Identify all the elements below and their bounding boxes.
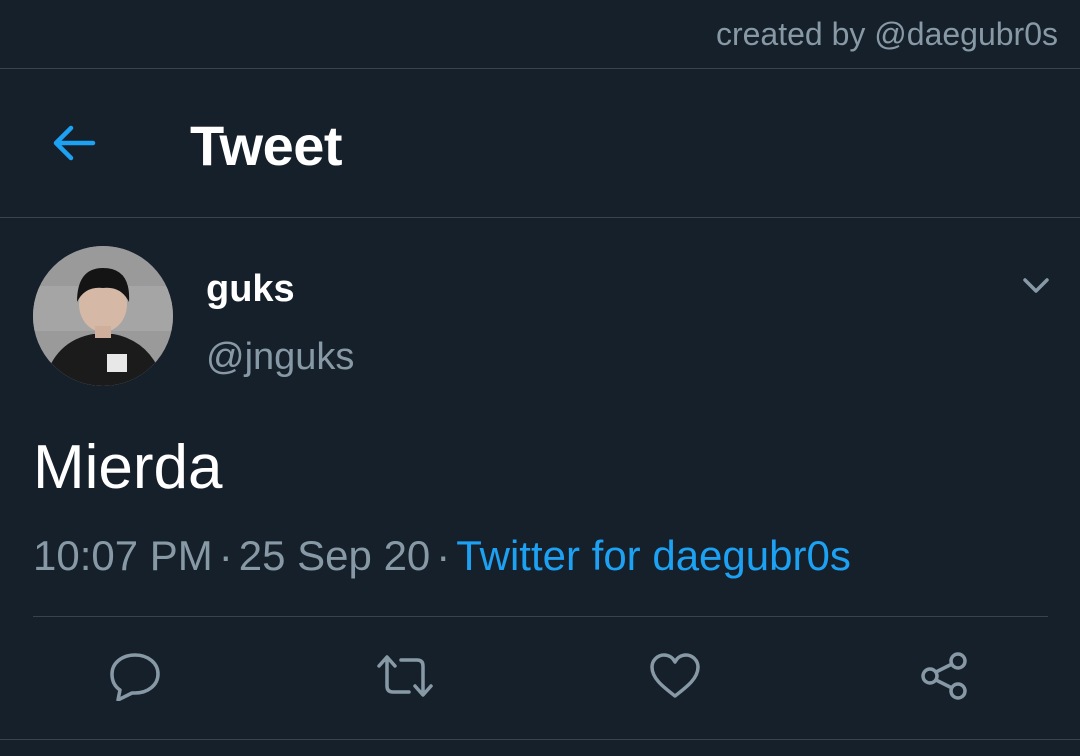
display-name[interactable]: guks bbox=[206, 268, 295, 311]
reply-button[interactable] bbox=[105, 648, 165, 704]
watermark-text: created by @daegubr0s bbox=[715, 16, 1058, 52]
tweet-date: 25 Sep 20 bbox=[238, 532, 431, 579]
meta-separator: · bbox=[436, 532, 451, 579]
share-button[interactable] bbox=[915, 648, 975, 704]
page-title: Tweet bbox=[190, 114, 343, 177]
tweet-meta: 10:07 PM · 25 Sep 20 · Twitter for daegubr0s bbox=[33, 532, 851, 580]
retweet-icon bbox=[377, 655, 433, 697]
divider bbox=[0, 739, 1080, 740]
meta-separator: · bbox=[218, 532, 233, 579]
chevron-down-icon bbox=[1023, 278, 1049, 293]
tweet-text: Mierda bbox=[33, 433, 223, 502]
share-icon bbox=[921, 652, 967, 700]
like-button[interactable] bbox=[645, 648, 705, 704]
heart-icon bbox=[650, 653, 700, 698]
tweet-actions bbox=[0, 648, 1080, 704]
back-button[interactable] bbox=[48, 117, 100, 169]
top-bar: Tweet bbox=[0, 69, 1080, 218]
reply-icon bbox=[110, 653, 160, 701]
more-options-button[interactable] bbox=[1016, 270, 1056, 302]
tweet-time: 10:07 PM bbox=[33, 532, 213, 579]
arrow-left-icon bbox=[53, 125, 96, 161]
divider bbox=[33, 616, 1048, 617]
watermark-bar: created by @daegubr0s bbox=[0, 0, 1080, 69]
avatar[interactable] bbox=[33, 246, 173, 386]
retweet-button[interactable] bbox=[375, 648, 435, 704]
avatar-photo bbox=[33, 246, 173, 386]
tweet-source-link[interactable]: Twitter for daegubr0s bbox=[456, 532, 851, 579]
user-handle[interactable]: @jnguks bbox=[206, 336, 354, 379]
